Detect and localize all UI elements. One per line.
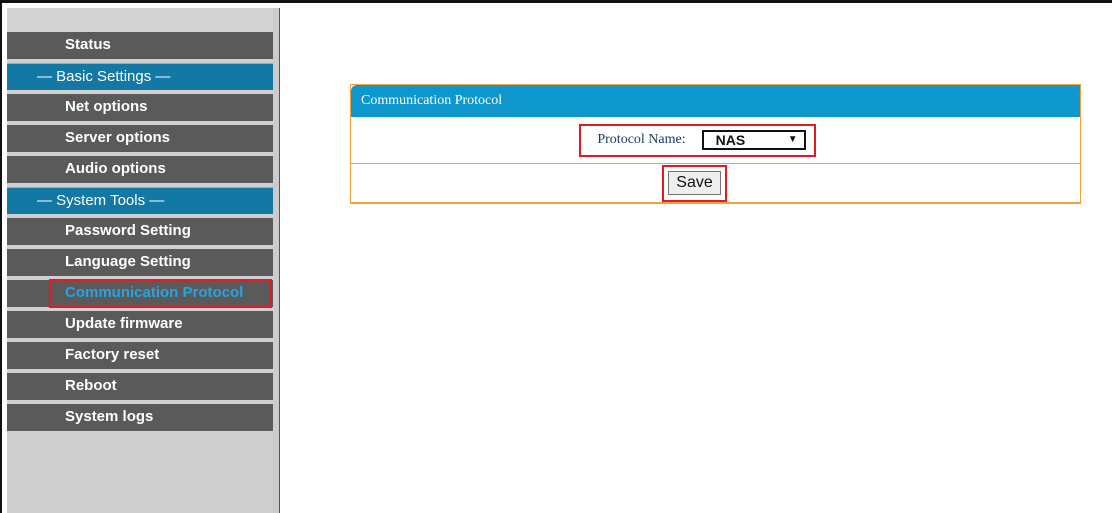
- protocol-name-select[interactable]: NAS ▼: [701, 129, 806, 150]
- sidebar-item-communication-protocol[interactable]: Communication Protocol: [7, 279, 273, 308]
- sidebar-top-spacer: [7, 8, 273, 32]
- protocol-name-value: NAS: [715, 131, 746, 148]
- sidebar-item-label: Language Setting: [65, 253, 191, 270]
- sidebar-section-label: — Basic Settings —: [37, 68, 171, 85]
- communication-protocol-panel: Communication Protocol Protocol Name: NA…: [350, 84, 1081, 204]
- sidebar-item-password-setting[interactable]: Password Setting: [7, 218, 273, 245]
- sidebar-item-label: Audio options: [65, 160, 166, 177]
- sidebar-item-label: Reboot: [65, 377, 117, 394]
- sidebar-item-label: Update firmware: [65, 315, 183, 332]
- sidebar-item-label: Factory reset: [65, 346, 160, 363]
- sidebar-item-update-firmware[interactable]: Update firmware: [7, 311, 273, 338]
- highlight-box: [49, 279, 272, 308]
- sidebar-item-factory-reset[interactable]: Factory reset: [7, 342, 273, 369]
- frame-divider[interactable]: [273, 8, 280, 513]
- sidebar-section-system-tools: — System Tools —: [7, 187, 273, 214]
- dropdown-arrow-icon: ▼: [787, 134, 798, 145]
- panel-title: Communication Protocol: [351, 85, 1080, 117]
- sidebar-menu: Status — Basic Settings — Net options Se…: [7, 8, 273, 513]
- highlight-box: Protocol Name: NAS ▼: [579, 123, 816, 157]
- save-button[interactable]: Save: [668, 170, 721, 195]
- sidebar-item-audio-options[interactable]: Audio options: [7, 156, 273, 183]
- sidebar-item-language-setting[interactable]: Language Setting: [7, 249, 273, 276]
- sidebar-item-label: Net options: [65, 98, 148, 115]
- sidebar-item-server-options[interactable]: Server options: [7, 125, 273, 152]
- sidebar-item-label: Password Setting: [65, 222, 191, 239]
- save-row: Save: [351, 164, 1080, 203]
- sidebar-item-label: System logs: [65, 408, 154, 425]
- protocol-name-label: Protocol Name:: [597, 131, 686, 147]
- sidebar-item-label: Server options: [65, 129, 171, 146]
- protocol-row: Protocol Name: NAS ▼: [351, 117, 1080, 164]
- sidebar-item-reboot[interactable]: Reboot: [7, 373, 273, 400]
- sidebar-item-status[interactable]: Status: [7, 32, 273, 59]
- sidebar-item-label: Status: [65, 36, 111, 53]
- sidebar-item-net-options[interactable]: Net options: [7, 94, 273, 121]
- sidebar-section-label: — System Tools —: [37, 192, 165, 209]
- sidebar-section-basic-settings: — Basic Settings —: [7, 63, 273, 90]
- highlight-box: Save: [662, 164, 727, 202]
- sidebar-item-system-logs[interactable]: System logs: [7, 404, 273, 431]
